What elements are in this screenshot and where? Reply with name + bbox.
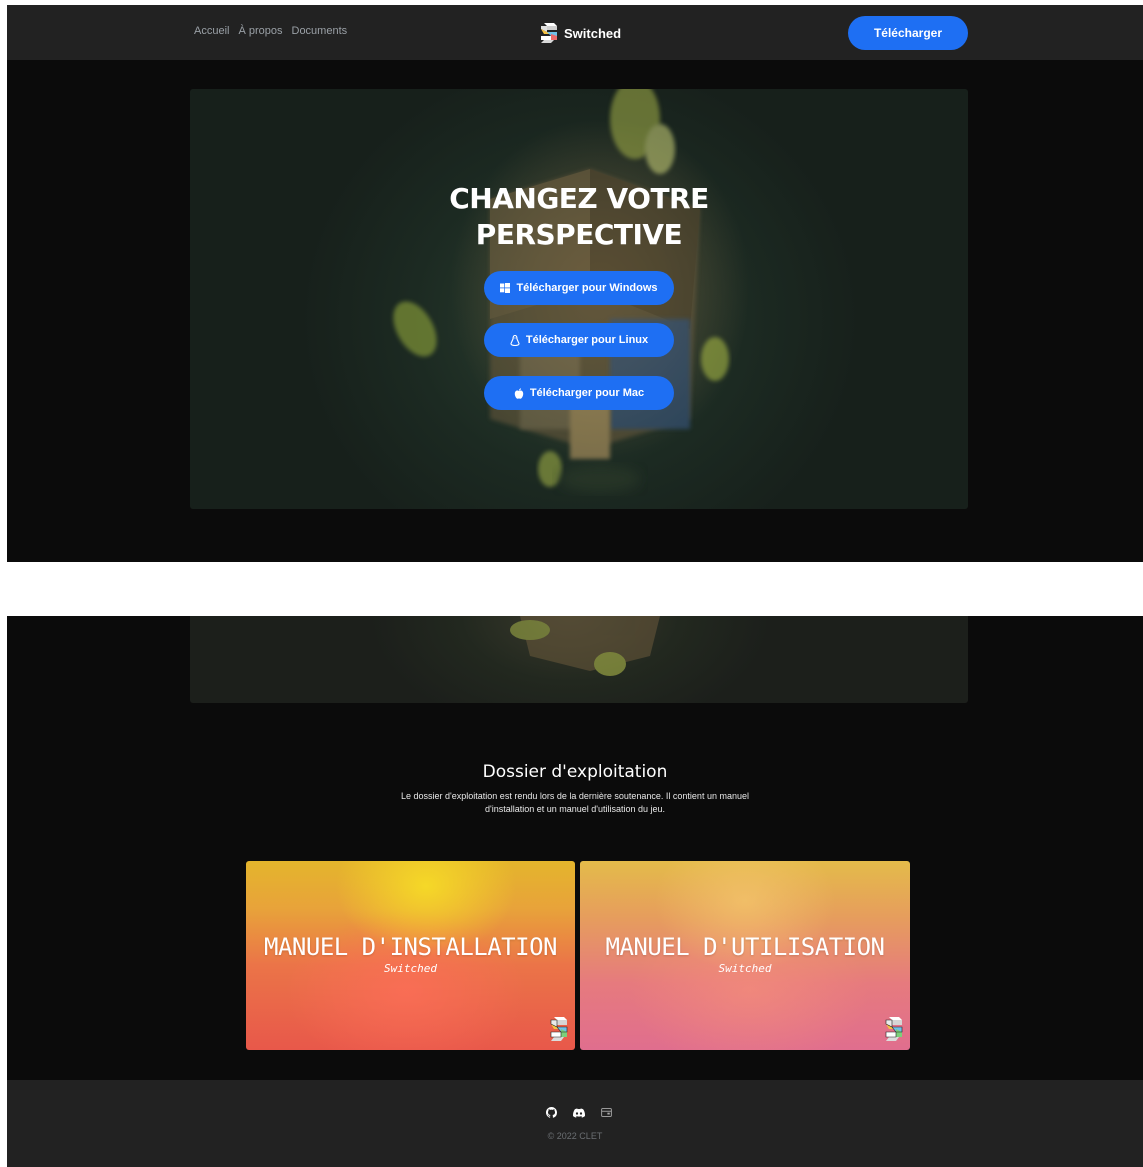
- copyright-text: © 2022 CLET: [547, 1131, 603, 1141]
- switched-logo-icon: [885, 1017, 903, 1041]
- page-top-view: Accueil À propos Documents Switched Télé…: [7, 5, 1143, 562]
- download-mac-button[interactable]: Télécharger pour Mac: [484, 376, 674, 410]
- download-linux-button[interactable]: Télécharger pour Linux: [484, 323, 674, 357]
- nav-download-button[interactable]: Télécharger: [848, 16, 968, 50]
- docs-section-description: Le dossier d'exploitation est rendu lors…: [401, 791, 749, 814]
- docs-section-title: Dossier d'exploitation: [482, 762, 668, 782]
- nav-link-accueil[interactable]: Accueil: [194, 25, 229, 37]
- switched-logo-icon: [541, 23, 557, 43]
- apple-icon: [514, 387, 524, 399]
- download-windows-label: Télécharger pour Windows: [516, 282, 658, 294]
- nav-link-documents[interactable]: Documents: [292, 25, 348, 37]
- discord-icon[interactable]: [573, 1108, 585, 1118]
- install-manual-title: MANUEL D'INSTALLATION: [264, 933, 557, 961]
- hero-banner-bottom: [190, 616, 968, 703]
- download-windows-button[interactable]: Télécharger pour Windows: [484, 271, 674, 305]
- switched-logo-icon: [550, 1017, 568, 1041]
- usage-manual-title: MANUEL D'UTILISATION: [605, 933, 885, 961]
- hero-title-line-2: PERSPECTIVE: [475, 218, 683, 251]
- hero-banner: CHANGEZ VOTRE PERSPECTIVE Télécharger po…: [190, 89, 968, 509]
- hero-cube-illustration-bottom: [510, 616, 660, 676]
- itchio-icon[interactable]: [601, 1108, 612, 1117]
- nav-link-a-propos[interactable]: À propos: [238, 25, 282, 37]
- install-manual-subtitle: Switched: [384, 962, 437, 975]
- install-manual-card[interactable]: MANUEL D'INSTALLATION Switched: [246, 861, 575, 1050]
- github-icon[interactable]: [546, 1107, 557, 1118]
- nav-links: Accueil À propos Documents: [194, 25, 347, 37]
- brand-name: Switched: [564, 25, 622, 41]
- navbar: Accueil À propos Documents Switched Télé…: [7, 5, 1143, 60]
- page-bottom-view: Dossier d'exploitation Le dossier d'expl…: [7, 616, 1143, 1167]
- footer: © 2022 CLET: [7, 1080, 1143, 1167]
- usage-manual-card[interactable]: MANUEL D'UTILISATION Switched: [580, 861, 910, 1050]
- hero-title-line-1: CHANGEZ VOTRE: [449, 182, 709, 215]
- linux-icon: [510, 334, 520, 346]
- download-mac-label: Télécharger pour Mac: [529, 387, 645, 399]
- windows-icon: [500, 283, 511, 293]
- footer-social-links: [546, 1107, 612, 1118]
- hero-title: CHANGEZ VOTRE PERSPECTIVE: [190, 181, 968, 253]
- download-linux-label: Télécharger pour Linux: [525, 334, 649, 346]
- brand-logo-link[interactable]: Switched: [540, 22, 621, 44]
- usage-manual-subtitle: Switched: [718, 962, 772, 975]
